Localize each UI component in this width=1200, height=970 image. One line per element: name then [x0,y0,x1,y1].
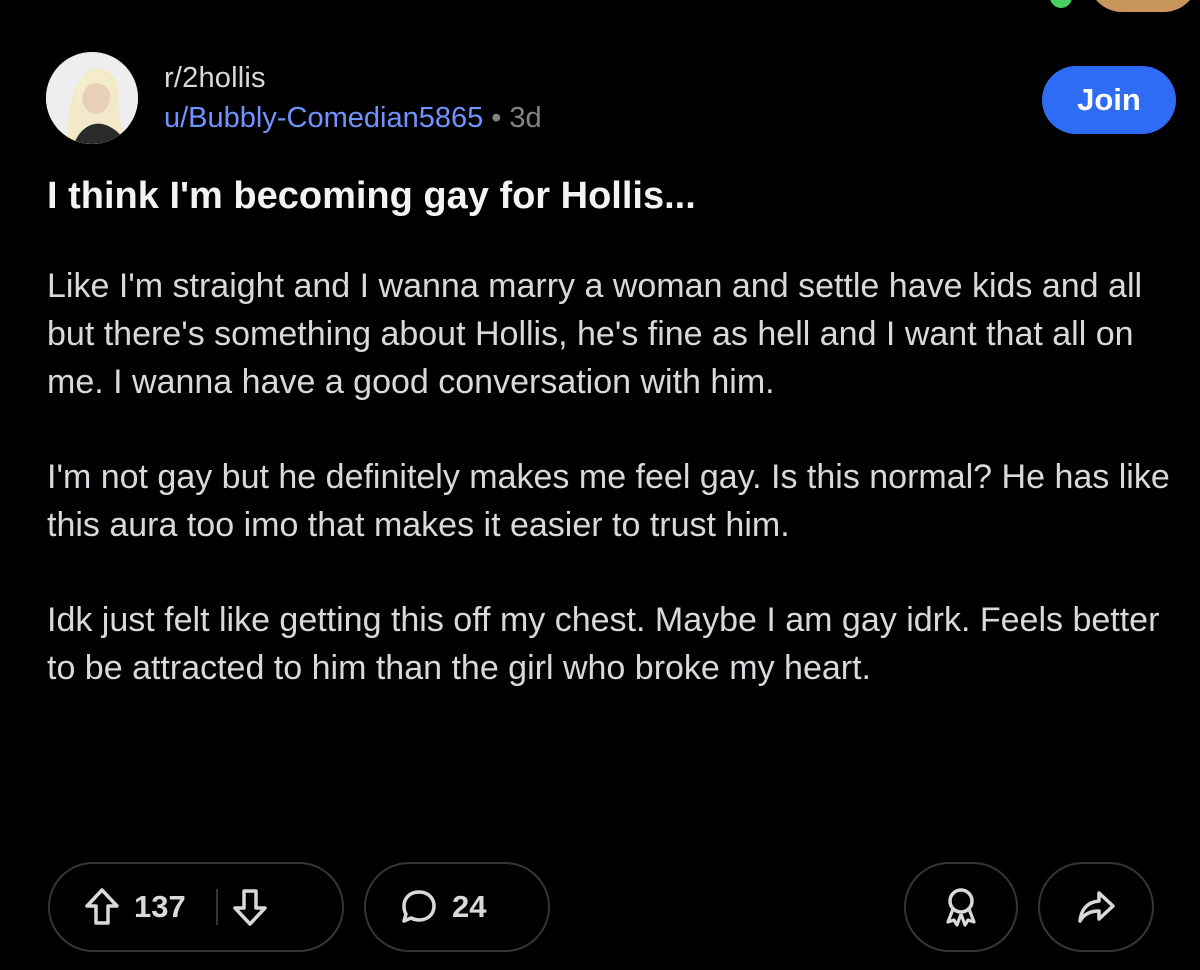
post-title: I think I'm becoming gay for Hollis... [47,175,696,217]
post-action-bar: 137 24 [48,862,1154,954]
byline-separator: • [491,102,502,134]
upvote-count: 137 [134,889,186,924]
post-paragraph: I'm not gay but he definitely makes me f… [47,458,1170,544]
share-button[interactable] [1038,862,1154,952]
post-age: 3d [509,102,542,134]
subreddit-avatar[interactable] [46,52,138,144]
post-header: r/2hollis u/Bubbly-Comedian5865 • 3d Join [46,52,1176,144]
vote-divider [215,889,218,925]
comments-button[interactable]: 24 [364,862,550,952]
online-status-dot [1050,0,1072,8]
downvote-button[interactable] [232,887,268,927]
post-paragraph: Idk just felt like getting this off my c… [47,601,1160,687]
author-username[interactable]: u/Bubbly-Comedian5865 [164,102,483,134]
post-byline: u/Bubbly-Comedian5865 • 3d [164,100,542,136]
vote-control: 137 [48,862,344,952]
top-edge-decoration [1040,0,1200,16]
post-paragraph: Like I'm straight and I wanna marry a wo… [47,267,1143,401]
post-body: Like I'm straight and I wanna marry a wo… [47,262,1172,739]
upvote-button[interactable] [84,887,120,927]
award-ribbon-icon [946,888,976,927]
upvote-arrow-icon [85,888,119,925]
downvote-arrow-icon [232,889,267,926]
award-button[interactable] [904,862,1018,952]
avatar-portrait-image [46,52,138,144]
comment-icon-wrap [400,888,438,926]
cropped-avatar-fragment [1088,0,1198,12]
speech-bubble-icon [402,890,436,923]
share-arrow-icon [1078,891,1115,923]
comment-count: 24 [452,889,487,924]
subreddit-name[interactable]: r/2hollis [164,60,542,96]
join-button[interactable]: Join [1042,66,1176,134]
